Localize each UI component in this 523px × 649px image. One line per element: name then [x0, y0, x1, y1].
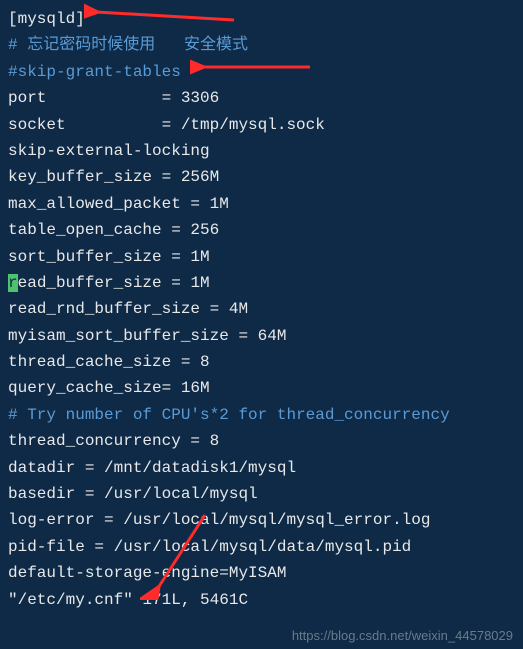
config-pid-file: pid-file = /usr/local/mysql/data/mysql.p…: [8, 534, 515, 560]
section-header: [mysqld]: [8, 6, 515, 32]
comment-cpu: # Try number of CPU's*2 for thread_concu…: [8, 402, 515, 428]
config-read-buffer: read_buffer_size = 1M: [8, 270, 515, 296]
config-default-engine: default-storage-engine=MyISAM: [8, 560, 515, 586]
config-max-packet: max_allowed_packet = 1M: [8, 191, 515, 217]
config-table-cache: table_open_cache = 256: [8, 217, 515, 243]
config-sort-buffer: sort_buffer_size = 1M: [8, 244, 515, 270]
config-query-cache: query_cache_size= 16M: [8, 375, 515, 401]
config-socket: socket = /tmp/mysql.sock: [8, 112, 515, 138]
config-skip-external: skip-external-locking: [8, 138, 515, 164]
config-port: port = 3306: [8, 85, 515, 111]
config-key-buffer: key_buffer_size = 256M: [8, 164, 515, 190]
terminal-output: [mysqld] # 忘记密码时候使用 安全模式 #skip-grant-tab…: [0, 0, 523, 619]
config-log-error: log-error = /usr/local/mysql/mysql_error…: [8, 507, 515, 533]
watermark-text: https://blog.csdn.net/weixin_44578029: [292, 628, 513, 643]
cursor-position: r: [8, 274, 18, 292]
config-thread-cache: thread_cache_size = 8: [8, 349, 515, 375]
config-myisam: myisam_sort_buffer_size = 64M: [8, 323, 515, 349]
config-basedir: basedir = /usr/local/mysql: [8, 481, 515, 507]
comment-line: # 忘记密码时候使用 安全模式: [8, 32, 515, 58]
vim-status-line: "/etc/my.cnf" 171L, 5461C: [8, 587, 515, 613]
comment-skip-grant: #skip-grant-tables: [8, 59, 515, 85]
config-read-rnd: read_rnd_buffer_size = 4M: [8, 296, 515, 322]
config-datadir: datadir = /mnt/datadisk1/mysql: [8, 455, 515, 481]
config-thread-concurrency: thread_concurrency = 8: [8, 428, 515, 454]
